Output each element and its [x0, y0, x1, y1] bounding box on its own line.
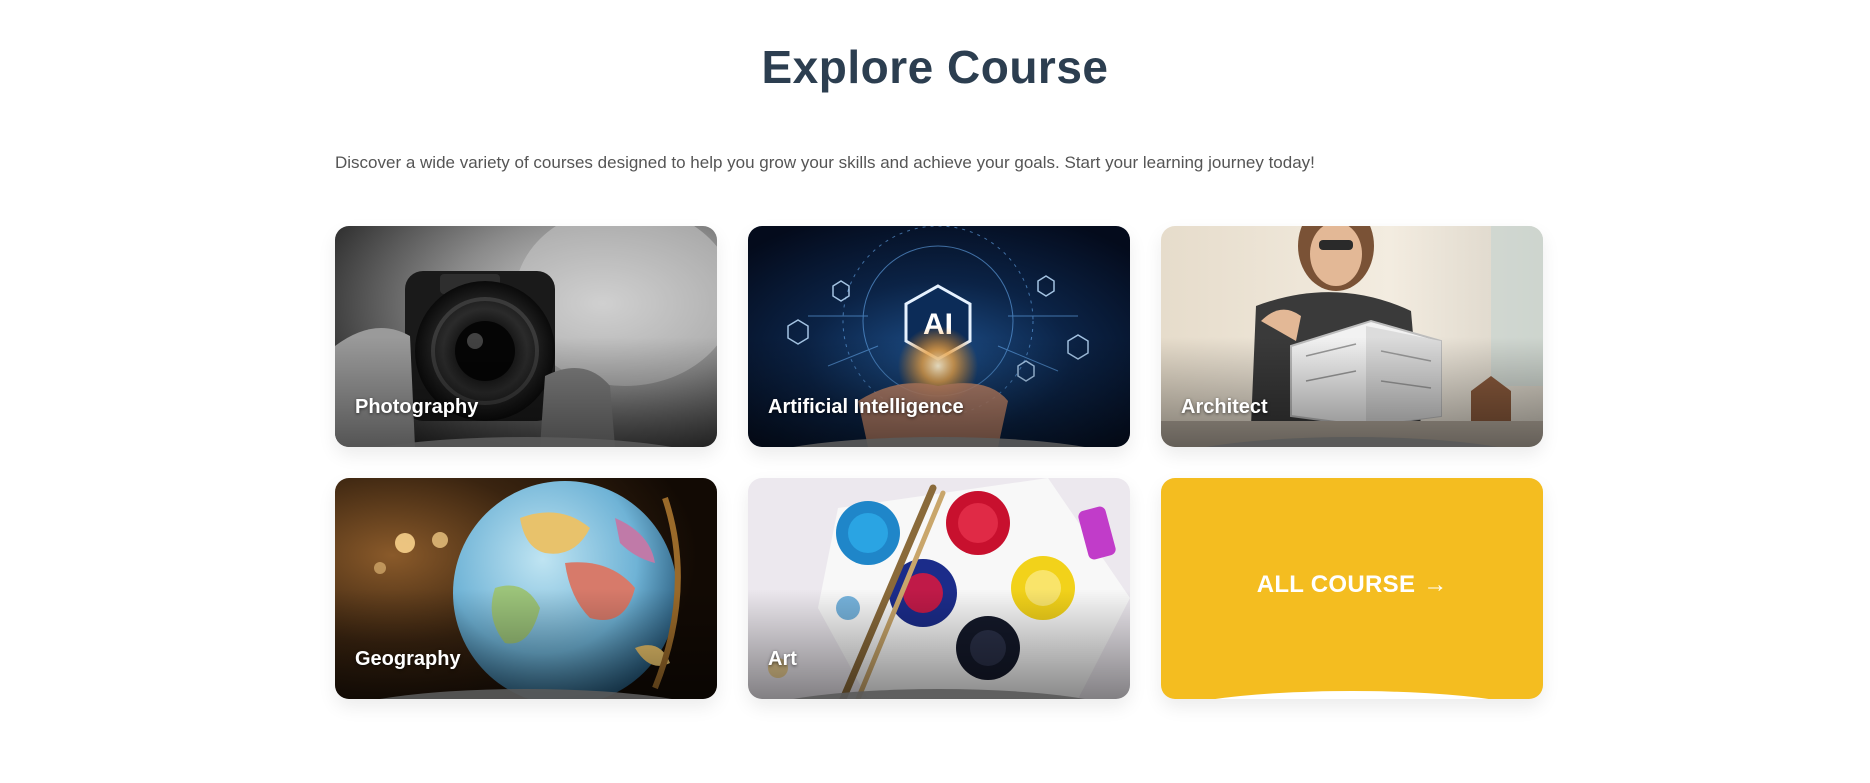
image-overlay [335, 588, 717, 699]
course-label: Art [768, 648, 797, 670]
course-label: Photography [355, 396, 479, 418]
course-card-art[interactable]: Art [748, 478, 1130, 699]
section-subtitle: Discover a wide variety of courses desig… [335, 153, 1315, 172]
arrow-right-icon: → [1423, 570, 1448, 598]
course-card-artificial-intelligence[interactable]: AI Artificial Intelligence [748, 226, 1130, 447]
course-label: Geography [355, 648, 461, 670]
course-label: Architect [1181, 396, 1268, 418]
image-overlay [335, 336, 717, 447]
course-card-geography[interactable]: Geography [335, 478, 717, 699]
course-card-photography[interactable]: Photography [335, 226, 717, 447]
course-card-architect[interactable]: Architect [1161, 226, 1543, 447]
image-overlay [748, 588, 1130, 699]
image-overlay [748, 336, 1130, 447]
course-grid: Photography AI Artificial Intelligence A… [335, 226, 1543, 699]
card-bottom-curve [1161, 691, 1543, 699]
course-label: Artificial Intelligence [768, 396, 964, 418]
explore-course-section: Explore Course Discover a wide variety o… [0, 0, 1870, 783]
section-title: Explore Course [761, 41, 1109, 93]
image-overlay [1161, 336, 1543, 447]
all-course-label: ALL COURSE [1256, 570, 1416, 598]
all-course-button[interactable]: ALL COURSE → [1161, 478, 1543, 699]
